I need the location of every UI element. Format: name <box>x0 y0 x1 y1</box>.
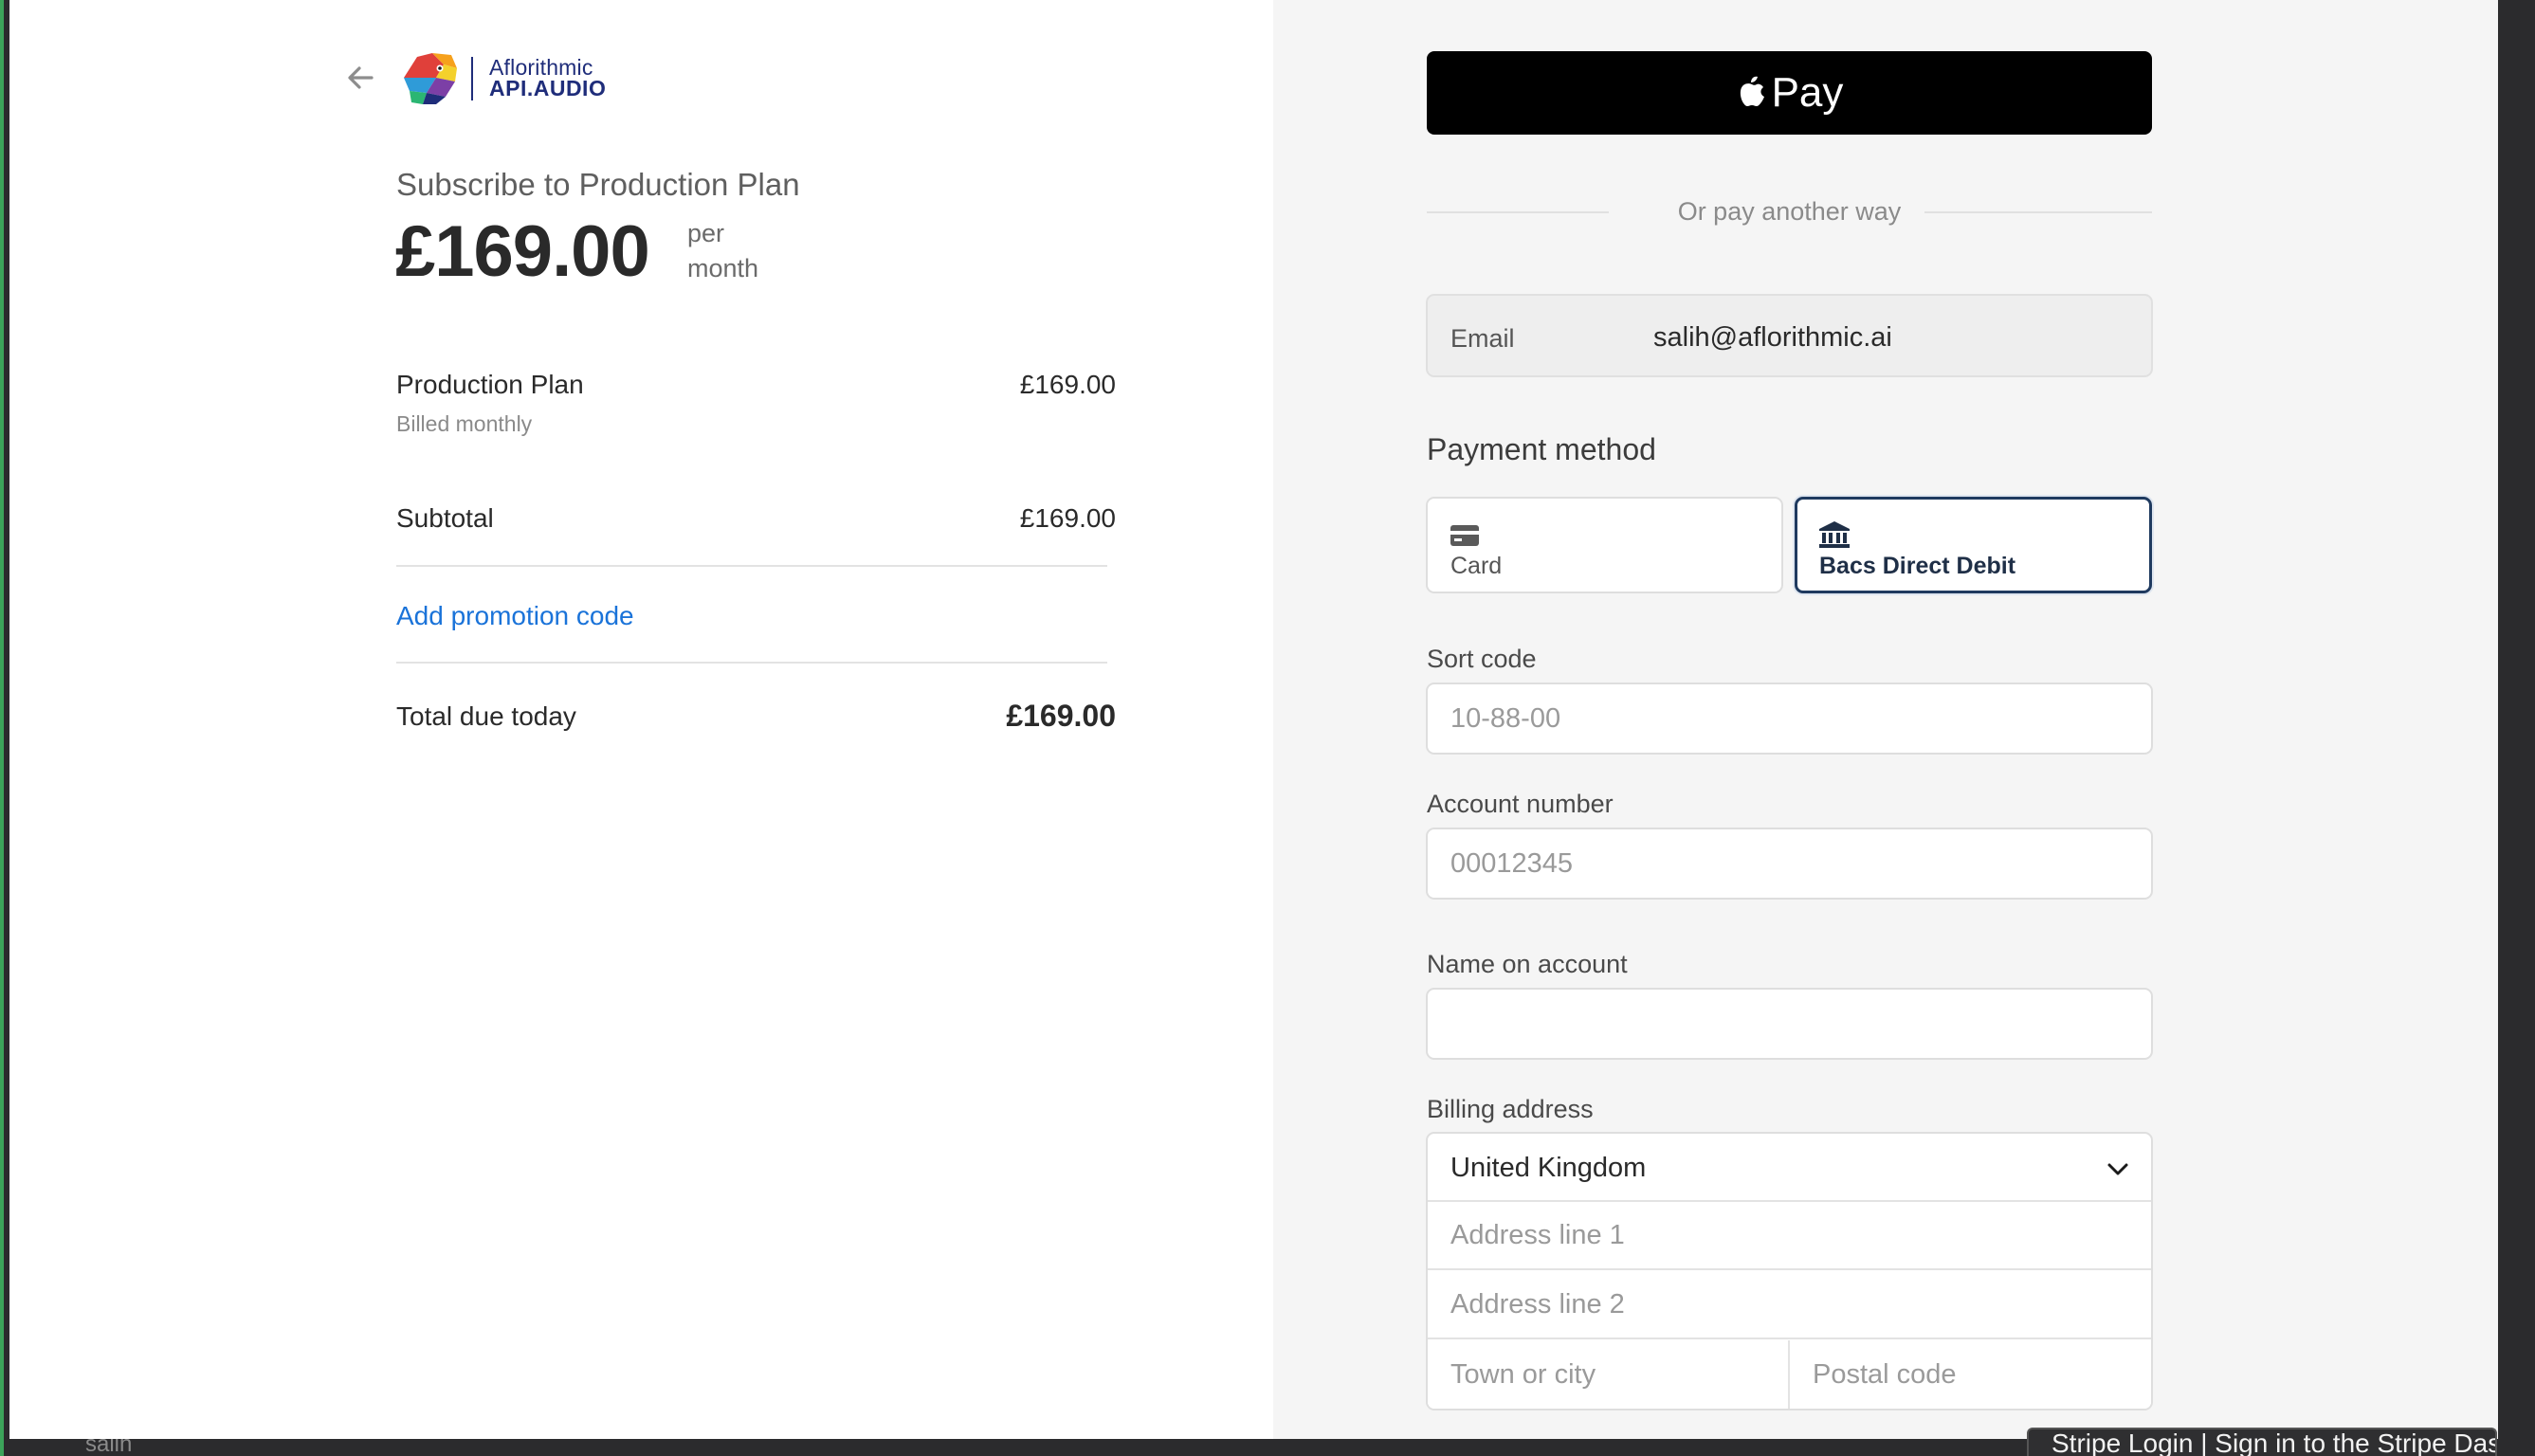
email-value: salih@aflorithmic.ai <box>1653 322 1892 353</box>
summary-divider <box>396 662 1107 664</box>
country-select-value: United Kingdom <box>1450 1153 1647 1183</box>
price-period-month: month <box>687 254 759 282</box>
or-line-right <box>1924 211 2152 213</box>
apple-pay-label: Pay <box>1771 69 1844 116</box>
price-period-per: per <box>687 219 725 247</box>
total-due-label: Total due today <box>396 701 576 731</box>
billing-address-group: United Kingdom <box>1426 1132 2153 1410</box>
total-due-value: £169.00 <box>1006 699 1116 733</box>
payment-method-card-label: Card <box>1450 553 1503 579</box>
chevron-down-icon <box>2107 1163 2128 1175</box>
or-separator: Or pay another way <box>1427 197 2152 231</box>
line-item-price: £169.00 <box>1019 370 1116 399</box>
subtotal-label: Subtotal <box>396 503 494 533</box>
sort-code-input[interactable] <box>1426 682 2153 755</box>
payment-method-heading: Payment method <box>1427 432 1656 466</box>
subscribe-title: Subscribe to Production Plan <box>396 167 800 202</box>
window-right-edge <box>2498 0 2535 1456</box>
billing-address-label: Billing address <box>1427 1095 1594 1123</box>
logo-divider <box>471 57 473 100</box>
back-arrow-icon[interactable] <box>343 59 377 97</box>
logo-wordmark-bottom: API.AUDIO <box>489 76 607 100</box>
card-icon <box>1450 525 1479 546</box>
account-number-label: Account number <box>1427 790 1614 818</box>
parrot-logo-icon[interactable] <box>398 49 461 106</box>
window-edge-highlight <box>0 0 4 1456</box>
address-line-2-input[interactable] <box>1428 1271 2151 1339</box>
email-field[interactable]: Email salih@aflorithmic.ai <box>1426 294 2153 377</box>
subtotal-value: £169.00 <box>1019 503 1116 533</box>
country-select[interactable]: United Kingdom <box>1428 1134 2151 1202</box>
email-label: Email <box>1450 324 1515 353</box>
name-on-account-label: Name on account <box>1427 950 1628 978</box>
browser-tab-tooltip: Stripe Login | Sign in to the Stripe Das… <box>2027 1428 2497 1456</box>
line-item-billing: Billed monthly <box>396 411 533 436</box>
name-on-account-input[interactable] <box>1426 988 2153 1060</box>
postal-code-input[interactable] <box>1790 1340 2151 1409</box>
window-left-edge <box>0 0 9 1456</box>
price-period: per month <box>687 216 758 286</box>
payment-method-bacs-label: Bacs Direct Debit <box>1819 553 2016 579</box>
summary-divider <box>396 565 1107 567</box>
add-promotion-code-link[interactable]: Add promotion code <box>396 601 634 631</box>
address-line-1-input[interactable] <box>1428 1202 2151 1270</box>
town-or-city-input[interactable] <box>1428 1340 1790 1409</box>
taskbar-user: salih <box>85 1439 133 1456</box>
apple-pay-button[interactable]: Pay <box>1427 51 2152 135</box>
sort-code-label: Sort code <box>1427 645 1537 673</box>
account-number-input[interactable] <box>1426 828 2153 900</box>
payment-method-bacs-tab[interactable]: Bacs Direct Debit <box>1795 497 2152 593</box>
price-amount: £169.00 <box>395 211 650 292</box>
line-item-name: Production Plan <box>396 370 584 399</box>
bank-icon <box>1819 521 1850 548</box>
order-summary-panel: Aflorithmic API.AUDIO Subscribe to Produ… <box>9 0 1273 1439</box>
payment-method-card-tab[interactable]: Card <box>1426 497 1783 593</box>
apple-logo-icon <box>1740 76 1764 106</box>
